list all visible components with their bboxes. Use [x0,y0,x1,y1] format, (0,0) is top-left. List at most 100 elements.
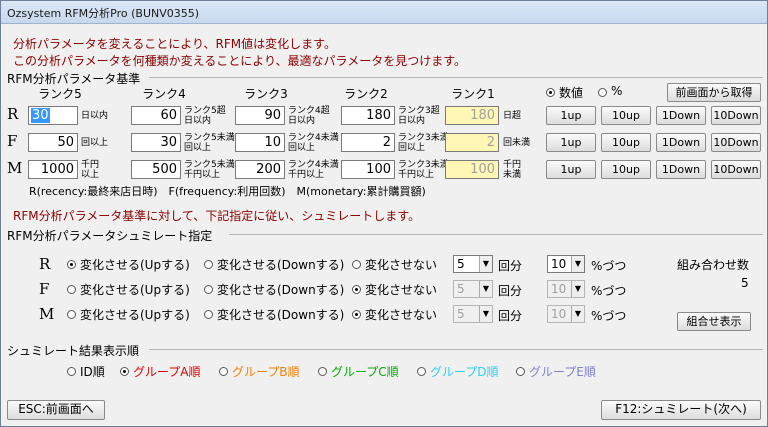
f-rank3-input[interactable]: 10 [235,133,285,152]
order-group-b-label: グループB順 [232,365,300,379]
m-rank4-input[interactable]: 500 [131,160,181,179]
m-1down-button[interactable]: 1Down [656,160,706,179]
r-1down-button[interactable]: 1Down [656,106,706,125]
sim-r-count-select[interactable]: 5 ▼ [453,255,493,273]
chevron-down-icon: ▼ [571,306,584,322]
f-rank5-input[interactable]: 50 [28,133,78,152]
f-1down-button[interactable]: 1Down [656,133,706,152]
chevron-down-icon: ▼ [571,256,584,272]
mode-percent-radio[interactable] [598,88,607,97]
sim-f-down-radio[interactable] [204,285,213,294]
chevron-down-icon: ▼ [571,281,584,297]
order-group-e-radio[interactable] [516,367,525,376]
sim-f-up-radio[interactable] [67,285,76,294]
r-row-label: R [7,105,19,123]
combination-count-label: 組み合わせ数 [677,258,750,272]
sim-f-count-select[interactable]: 5 ▼ [453,280,493,298]
params-divider [149,77,763,78]
m-row-label: M [7,159,23,177]
message-line-2: この分析パラメータを何種類か変えることにより、最適なパラメータを見つけます。 [13,54,467,68]
sim-r-up-radio[interactable] [67,260,76,269]
f-10up-button[interactable]: 10up [601,133,651,152]
r-rank1-input: 180 [445,106,499,125]
sim-m-down-radio[interactable] [204,310,213,319]
m-1up-button[interactable]: 1up [546,160,596,179]
sim-r-step-select[interactable]: 10 ▼ [547,255,585,273]
f-rank4-input[interactable]: 30 [131,133,181,152]
show-combinations-button[interactable]: 組合せ表示 [677,312,751,331]
sim-f-none-label: 変化させない [365,283,438,297]
m-rank2-input[interactable]: 100 [341,160,395,179]
mode-number-label: 数値 [559,86,584,100]
r-rank5-unit: 日以内 [81,111,109,121]
sim-f-down-label: 変化させる(Downする) [217,283,345,297]
r-rank4-unit: ランク5超 日以内 [184,106,226,126]
order-group-c-radio[interactable] [318,367,327,376]
sim-m-down-label: 変化させる(Downする) [217,308,345,322]
f-rank5-unit: 回以上 [81,138,109,148]
order-id-radio[interactable] [67,367,76,376]
order-group-d-label: グループD順 [430,365,499,379]
simulate-divider [229,234,763,235]
r-rank4-input[interactable]: 60 [131,106,181,125]
r-rank2-input[interactable]: 180 [341,106,395,125]
f-10down-button[interactable]: 10Down [711,133,761,152]
m-rank5-input[interactable]: 1000 [28,160,78,179]
f-rank1-unit: 回未満 [503,138,531,148]
order-group-e-label: グループE順 [529,365,596,379]
sim-m-none-label: 変化させない [365,308,438,322]
r-10down-button[interactable]: 10Down [711,106,761,125]
m-rank3-input[interactable]: 200 [235,160,285,179]
rank5-header: ランク5 [38,87,82,101]
m-10up-button[interactable]: 10up [601,160,651,179]
sim-r-none-radio[interactable] [352,260,361,269]
esc-back-button[interactable]: ESC:前画面へ [7,400,105,420]
app-window: Ozsystem RFM分析Pro (BUNV0355) 分析パラメータを変える… [0,0,768,427]
sim-m-step-select[interactable]: 10 ▼ [547,305,585,323]
f-1up-button[interactable]: 1up [546,133,596,152]
sim-m-up-radio[interactable] [67,310,76,319]
order-id-label: ID順 [80,365,105,379]
order-group-c-label: グループC順 [331,365,399,379]
sim-r-down-radio[interactable] [204,260,213,269]
sim-f-none-radio[interactable] [352,285,361,294]
f-row-label: F [7,132,18,150]
rank1-header: ランク1 [451,87,495,101]
mode-percent-label: % [611,84,623,98]
f-rank4-unit: ランク5未満 回以上 [184,133,235,153]
f12-simulate-button[interactable]: F12:シュミレート(次へ) [601,400,761,420]
r-rank5-input[interactable]: 30 [28,106,78,125]
order-group-a-label: グループA順 [133,365,201,379]
f-rank2-unit: ランク3未満 回以上 [398,133,449,153]
r-rank2-unit: ランク3超 日以内 [398,106,440,126]
m-10down-button[interactable]: 10Down [711,160,761,179]
sim-m-up-label: 変化させる(Upする) [80,308,190,322]
m-rank4-unit: ランク5未満 千円以上 [184,160,235,180]
sim-m-none-radio[interactable] [352,310,361,319]
r-1up-button[interactable]: 1up [546,106,596,125]
order-group-a-radio[interactable] [120,367,129,376]
order-divider [149,349,763,350]
r-rank3-input[interactable]: 90 [235,106,285,125]
f-rank3-unit: ランク4未満 回以上 [288,133,339,153]
m-rank1-unit: 千円 未満 [503,160,522,180]
r-rank1-unit: 日超 [503,111,522,121]
mode-number-radio[interactable] [546,88,555,97]
sim-m-label: M [39,305,55,323]
sim-r-up-label: 変化させる(Upする) [80,258,190,272]
order-group-d-radio[interactable] [417,367,426,376]
sim-m-count-select[interactable]: 5 ▼ [453,305,493,323]
rank3-header: ランク3 [244,87,288,101]
chevron-down-icon: ▼ [479,306,492,322]
r-10up-button[interactable]: 10up [601,106,651,125]
f-rank2-input[interactable]: 2 [341,133,395,152]
order-group-b-radio[interactable] [219,367,228,376]
sim-r-step-suffix: %づつ [591,259,627,273]
m-rank1-input: 100 [445,160,499,179]
fetch-previous-button[interactable]: 前画面から取得 [667,83,761,102]
sim-m-step-suffix: %づつ [591,309,627,323]
sim-f-step-select[interactable]: 10 ▼ [547,280,585,298]
chevron-down-icon: ▼ [479,281,492,297]
sim-f-step-suffix: %づつ [591,284,627,298]
sim-m-count-suffix: 回分 [498,309,523,323]
